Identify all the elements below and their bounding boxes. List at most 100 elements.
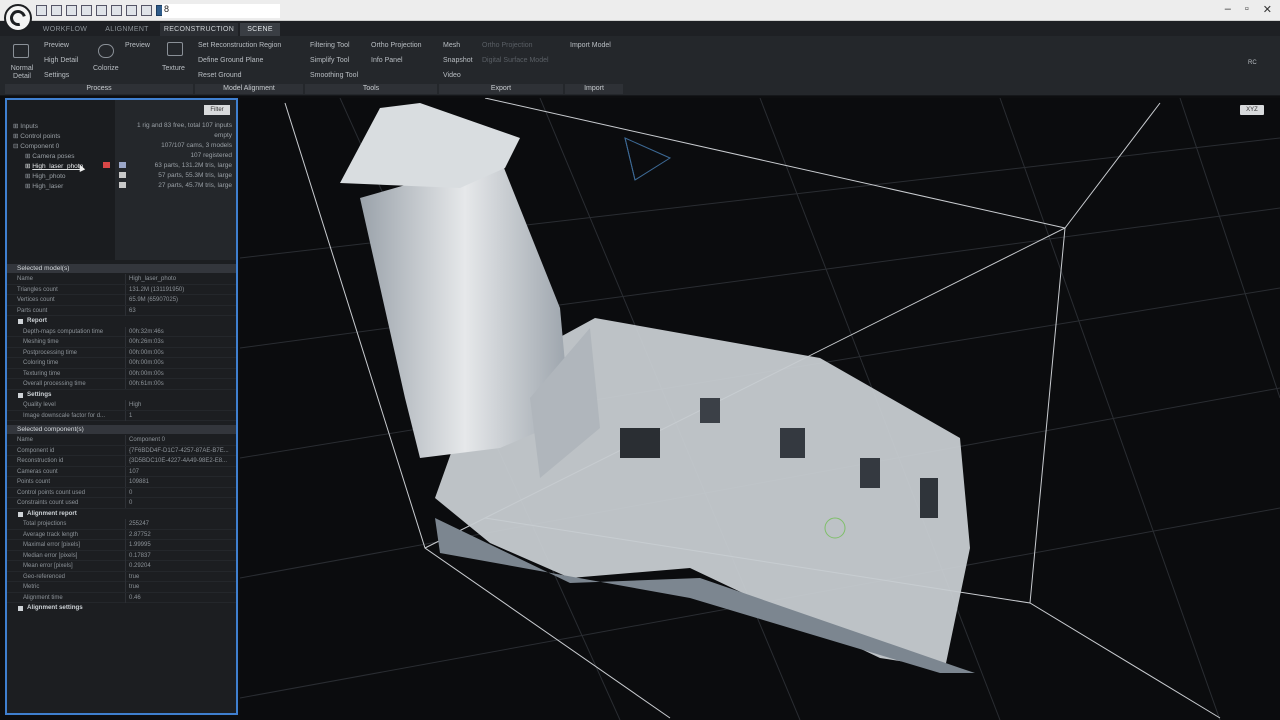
property-row[interactable]: Coloring time 00h:00m:00s [7,358,236,369]
ortho-projection-button[interactable]: Ortho Projection [371,42,422,49]
group-export: Export [439,84,563,94]
property-row[interactable]: Median error [pixels] 0.17837 [7,550,236,561]
property-row[interactable]: Meshing time 00h:26m:03s [7,337,236,348]
set-reconstruction-region-button[interactable]: Set Reconstruction Region [198,42,281,49]
property-key: Alignment time [23,594,63,601]
property-key: Points count [17,479,51,485]
qa-button-5[interactable] [96,5,107,16]
point-cloud-model[interactable] [340,103,975,673]
property-row[interactable]: Quality level High [7,400,236,411]
report-subsection[interactable]: Report [7,316,236,327]
texture-button[interactable]: Texture [162,65,185,72]
property-row[interactable]: Maximal error [pixels] 1.99995 [7,540,236,551]
tree-node-camera-poses[interactable]: ⊞ Camera poses [25,152,75,160]
preview-colorize-button[interactable]: Preview [125,42,150,49]
preview-button[interactable]: Preview [44,42,69,49]
alignment-report-subsection[interactable]: Alignment report [7,509,236,520]
reset-ground-button[interactable]: Reset Ground [198,72,242,79]
property-row[interactable]: Metric true [7,582,236,593]
tree-node-high-photo[interactable]: ⊞ High_photo [25,172,66,180]
snapshot-button[interactable]: Snapshot [443,57,473,64]
mesh-export-button[interactable]: Mesh [443,42,460,49]
qa-button-2[interactable] [51,5,62,16]
info-panel-button[interactable]: Info Panel [371,57,403,64]
camera-frustum-icon[interactable] [624,137,672,181]
property-key: Cameras count [17,468,58,475]
collapse-toggle-icon[interactable] [18,606,23,611]
tab-alignment[interactable]: ALIGNMENT [98,23,156,36]
property-row[interactable]: Points count 109881 [7,477,236,488]
settings-subsection[interactable]: Settings [7,390,236,401]
app-logo-icon[interactable] [4,4,32,32]
minimize-icon[interactable]: – [1225,3,1231,16]
qa-button-8[interactable] [141,5,152,16]
tab-scene[interactable]: SCENE [240,23,280,36]
collapse-toggle-icon[interactable] [18,319,23,324]
property-row[interactable]: Cameras count 107 [7,466,236,477]
normal-detail-button[interactable]: Normal Detail [8,65,36,81]
property-row[interactable]: Name Component 0 [7,435,236,446]
property-row[interactable]: Vertices count 65.9M (65907025) [7,295,236,306]
selected-model-header[interactable]: Selected model(s) [7,264,236,273]
tab-workflow[interactable]: WORKFLOW [36,23,94,36]
video-button[interactable]: Video [443,72,461,79]
property-value: 131.2M (131191950) [129,286,185,293]
tree-node-inputs[interactable]: ⊞ Inputs [13,122,38,130]
property-row[interactable]: Image downscale factor for d... 1 [7,410,236,421]
alignment-settings-subsection[interactable]: Alignment settings [7,603,236,614]
qa-button-3[interactable] [66,5,77,16]
qa-button-1[interactable] [36,5,47,16]
property-row[interactable]: Reconstruction id {3D5BDC10E-4227-4A49-98… [7,456,236,467]
property-row[interactable]: Postprocessing time 00h:00m:00s [7,347,236,358]
qa-button-7[interactable] [126,5,137,16]
property-row[interactable]: Average track length 2.87752 [7,529,236,540]
tree-node-high-laser-photo[interactable]: ⊞ High_laser_photo [25,162,83,170]
property-row[interactable]: Texturing time 00h:00m:00s [7,368,236,379]
property-row[interactable]: Component id {7F6BDD4F-D1C7-4257-87AE-B7E… [7,445,236,456]
collapse-toggle-icon[interactable] [18,392,23,398]
property-row[interactable]: Name High_laser_photo [7,274,236,285]
column-divider [125,358,126,368]
property-row[interactable]: Depth-maps computation time 00h:32m:46s [7,326,236,337]
property-row[interactable]: Mean error [pixels] 0.29204 [7,561,236,572]
column-divider [125,529,126,540]
settings-button[interactable]: Settings [44,72,69,79]
3d-viewport[interactable]: XYZ [240,98,1280,720]
property-row[interactable]: Total projections 255247 [7,519,236,530]
property-value: 109881 [129,479,150,485]
digital-surface-model-button[interactable]: Digital Surface Model [482,57,549,64]
filter-button[interactable]: Filter [204,105,230,115]
property-row[interactable]: Overall processing time 00h:61m:00s [7,379,236,390]
group-process: Process [5,84,193,94]
define-ground-plane-button[interactable]: Define Ground Plane [198,57,263,64]
simplify-tool-button[interactable]: Simplify Tool [310,57,349,64]
tree-node-component-0[interactable]: ⊟ Component 0 [13,142,59,150]
smoothing-tool-button[interactable]: Smoothing Tool [310,72,358,79]
qa-button-6[interactable] [111,5,122,16]
filtering-tool-button[interactable]: Filtering Tool [310,42,350,49]
column-divider [125,550,126,561]
restore-icon[interactable]: ▫ [1245,3,1249,16]
collapse-toggle-icon[interactable] [18,511,23,517]
tree-node-control-points[interactable]: ⊞ Control points [13,132,60,140]
tab-reconstruction[interactable]: RECONSTRUCTION [160,23,238,36]
property-row[interactable]: Alignment time 0.46 [7,592,236,603]
high-detail-button[interactable]: High Detail [44,57,78,64]
property-row[interactable]: Control points count used 0 [7,487,236,498]
column-divider [125,477,126,487]
window-controls: – ▫ ✕ [1225,3,1272,16]
property-row[interactable]: Triangles count 131.2M (131191950) [7,284,236,295]
viewport-xyz-button[interactable]: XYZ [1240,105,1264,115]
tree-node-high-laser[interactable]: ⊞ High_laser [25,182,63,190]
import-model-button[interactable]: Import Model [570,42,611,49]
colorize-button[interactable]: Colorize [93,65,119,72]
selected-component-header[interactable]: Selected component(s) [7,425,236,434]
property-row[interactable]: Parts count 63 [7,305,236,316]
group-model-alignment: Model Alignment [195,84,303,94]
close-icon[interactable]: ✕ [1263,3,1272,16]
property-row[interactable]: Geo-referenced true [7,571,236,582]
column-divider [125,274,126,284]
property-row[interactable]: Constraints count used 0 [7,498,236,509]
ortho-projection-export-button[interactable]: Ortho Projection [482,42,533,49]
qa-button-4[interactable] [81,5,92,16]
